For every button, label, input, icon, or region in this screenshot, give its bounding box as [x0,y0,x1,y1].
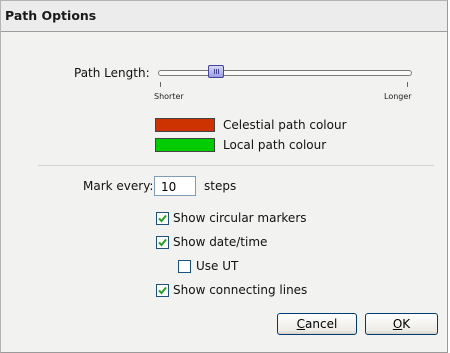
celestial-colour-label: Celestial path colour [223,118,347,132]
path-length-slider-thumb[interactable] [207,65,224,78]
cancel-mnemonic: C [296,317,306,331]
show-connecting-lines-checkbox[interactable] [156,284,169,297]
cancel-label-rest: ancel [305,317,338,331]
path-options-dialog: Path Options Path Length: Shorter Longer… [0,0,448,353]
mark-every-input[interactable] [154,176,196,196]
slider-max-label: Longer [384,92,412,101]
use-ut-label: Use UT [196,259,239,273]
slider-tick-min [160,82,161,87]
path-length-track[interactable] [158,70,412,76]
slider-min-label: Shorter [154,92,184,101]
mark-every-label: Mark every: [83,179,154,193]
show-circular-markers-label: Show circular markers [173,211,307,225]
ok-mnemonic: O [392,317,403,331]
path-length-label: Path Length: [74,66,150,80]
show-circular-markers-checkbox[interactable] [156,212,169,225]
cancel-button[interactable]: Cancel [277,313,357,335]
celestial-colour-swatch[interactable] [155,118,215,132]
checkmark-icon [158,214,167,223]
local-colour-swatch[interactable] [155,138,215,152]
dialog-title: Path Options [5,8,97,23]
ok-button[interactable]: OK [365,313,438,335]
local-colour-label: Local path colour [223,138,327,152]
ok-label-rest: K [402,317,411,331]
checkmark-icon [158,286,167,295]
use-ut-checkbox[interactable] [178,260,191,273]
show-date-time-checkbox[interactable] [156,236,169,249]
show-date-time-label: Show date/time [173,235,268,249]
show-connecting-lines-label: Show connecting lines [173,283,308,297]
slider-tick-max [407,82,408,87]
separator [38,165,434,166]
title-bar[interactable]: Path Options [1,1,447,32]
mark-every-unit: steps [204,179,237,193]
checkmark-icon [158,238,167,247]
